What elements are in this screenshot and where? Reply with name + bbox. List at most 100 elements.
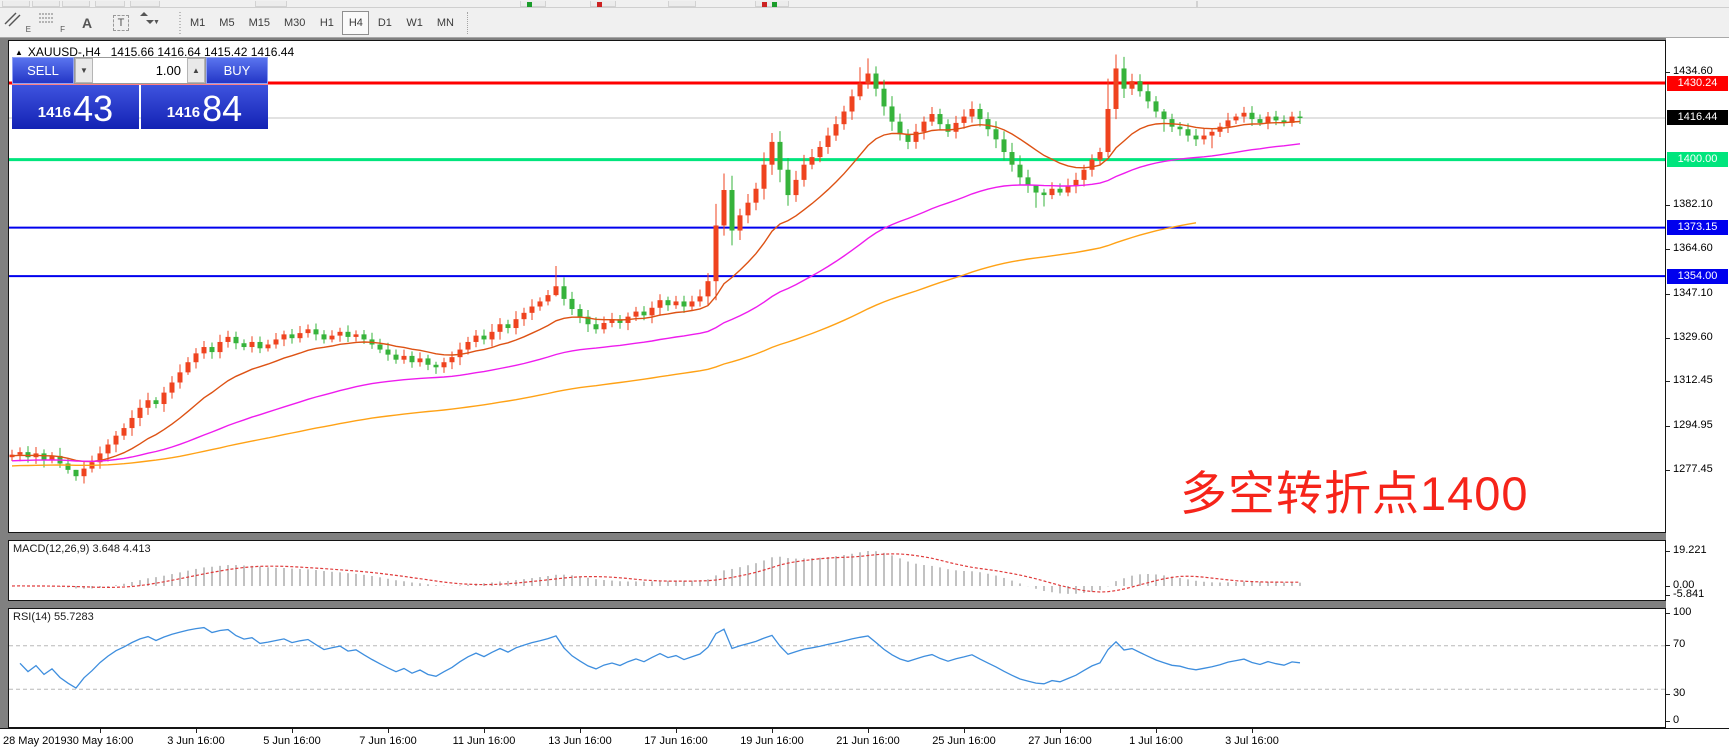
axis-tick <box>1666 338 1670 339</box>
time-axis-label: 19 Jun 16:00 <box>740 735 804 747</box>
equidistant-channel-button[interactable]: E <box>4 11 34 35</box>
time-axis-tick <box>1060 729 1061 733</box>
price-axis-label: 1277.45 <box>1673 463 1713 475</box>
fibonacci-button[interactable]: F <box>38 11 68 35</box>
time-axis-label: 30 May 16:00 <box>67 735 134 747</box>
axis-tick <box>1666 645 1670 646</box>
time-axis-label: 1 Jul 16:00 <box>1129 735 1183 747</box>
sell-price-box[interactable]: 1416 43 <box>12 85 139 129</box>
time-axis-label: 3 Jul 16:00 <box>1225 735 1279 747</box>
sell-price-small: 1416 <box>38 104 71 121</box>
volume-decrease-button[interactable]: ▼ <box>75 58 93 83</box>
time-axis-tick <box>292 729 293 733</box>
text-label-button[interactable]: T <box>106 11 136 35</box>
timeframe-button-m30[interactable]: M30 <box>278 11 311 35</box>
time-axis-tick <box>388 729 389 733</box>
toolbar: EFAT ▼ M1M5M15M30H1H4D1W1MN <box>0 8 1729 38</box>
timeframe-button-h1[interactable]: H1 <box>313 11 340 35</box>
price-axis-label: 1364.60 <box>1673 242 1713 254</box>
price-axis-label: 1382.10 <box>1673 198 1713 210</box>
toolbar-fragment <box>62 1 90 7</box>
macd-axis-label: 19.221 <box>1673 544 1707 556</box>
buy-button[interactable]: BUY <box>206 57 268 84</box>
axis-tick <box>1666 249 1670 250</box>
toolbar-fragment-icon <box>527 2 532 7</box>
price-axis-badge[interactable]: 1400.00 <box>1667 152 1728 167</box>
rsi-panel: RSI(14) 55.7283 <box>8 608 1666 728</box>
rsi-axis-label: 0 <box>1673 714 1679 726</box>
axis-tick <box>1666 586 1670 587</box>
toolbar-fragment <box>668 1 696 7</box>
ma-slow-line <box>12 223 1196 466</box>
text-button[interactable]: A <box>72 11 102 35</box>
rsi-chart <box>9 609 1665 727</box>
rsi-axis-label: 70 <box>1673 638 1685 650</box>
macd-histogram <box>12 551 1300 594</box>
top-toolbar-cutoff-strip <box>0 0 1729 8</box>
time-axis-tick <box>676 729 677 733</box>
sell-price-big: 43 <box>73 93 113 125</box>
buy-price-small: 1416 <box>167 104 200 121</box>
axis-tick <box>1666 694 1670 695</box>
toolbar-fragment-icon <box>762 2 767 7</box>
toolbar-fragment <box>95 1 125 7</box>
time-axis-label: 25 Jun 16:00 <box>932 735 996 747</box>
time-axis-tick <box>580 729 581 733</box>
time-axis-tick <box>196 729 197 733</box>
time-axis-tick <box>1252 729 1253 733</box>
timeframe-button-mn[interactable]: MN <box>431 11 460 35</box>
price-axis-badge[interactable]: 1354.00 <box>1667 269 1728 284</box>
rsi-axis-label: 100 <box>1673 606 1691 618</box>
axis-tick <box>1666 205 1670 206</box>
rsi-line <box>20 628 1300 688</box>
price-axis-badge[interactable]: 1416.44 <box>1667 110 1728 125</box>
axis-tick <box>1666 721 1670 722</box>
price-axis-badge[interactable]: 1430.24 <box>1667 76 1728 91</box>
time-axis: 28 May 201930 May 16:003 Jun 16:005 Jun … <box>0 728 1729 755</box>
axis-tick <box>1666 426 1670 427</box>
price-axis-badge[interactable]: 1373.15 <box>1667 220 1728 235</box>
macd-label: MACD(12,26,9) 3.648 4.413 <box>13 543 151 555</box>
timeframe-button-h4[interactable]: H4 <box>342 11 369 35</box>
time-axis-tick <box>868 729 869 733</box>
time-axis-label: 21 Jun 16:00 <box>836 735 900 747</box>
toolbar-fragment <box>255 1 287 7</box>
toolbar-fragment <box>520 1 546 7</box>
time-axis-label: 28 May 2019 <box>3 735 67 747</box>
price-axis-label: 1294.95 <box>1673 419 1713 431</box>
axis-tick <box>1666 595 1670 596</box>
time-axis-tick <box>484 729 485 733</box>
one-click-collapse-icon[interactable]: ▲ <box>15 48 23 57</box>
time-axis-label: 7 Jun 16:00 <box>359 735 417 747</box>
rsi-axis-label: 30 <box>1673 687 1685 699</box>
main-chart-panel: ▲ XAUUSD-,H4 1415.66 1416.64 1415.42 141… <box>8 40 1666 533</box>
tool-letter: E <box>26 25 31 34</box>
time-axis-label: 27 Jun 16:00 <box>1028 735 1092 747</box>
axis-tick <box>1666 613 1670 614</box>
price-axis: 1434.601382.101364.601347.101329.601312.… <box>1666 37 1729 728</box>
volume-increase-button[interactable]: ▲ <box>187 58 205 83</box>
volume-input[interactable] <box>93 58 187 83</box>
toolbar-fragment-icon <box>772 2 777 7</box>
timeframe-button-m5[interactable]: M5 <box>213 11 240 35</box>
macd-signal-line <box>12 554 1300 592</box>
time-axis-label: 11 Jun 16:00 <box>453 735 516 747</box>
timeframe-button-m15[interactable]: M15 <box>243 11 276 35</box>
timeframe-button-d1[interactable]: D1 <box>371 11 398 35</box>
time-axis-tick <box>100 729 101 733</box>
ma-fast-line <box>12 122 1300 462</box>
axis-tick <box>1666 551 1670 552</box>
toolbar-fragment <box>1196 1 1198 7</box>
dropdown-caret-icon[interactable]: ▼ <box>153 19 160 26</box>
toolbar-fragment <box>590 1 616 7</box>
buy-price-box[interactable]: 1416 84 <box>141 85 268 129</box>
macd-panel: MACD(12,26,9) 3.648 4.413 <box>8 540 1666 601</box>
toolbar-fragment-icon <box>597 2 602 7</box>
timeframe-button-w1[interactable]: W1 <box>400 11 429 35</box>
arrows-button[interactable]: ▼ <box>140 11 170 35</box>
time-axis-label: 13 Jun 16:00 <box>548 735 612 747</box>
time-axis-label: 17 Jun 16:00 <box>644 735 708 747</box>
sell-button[interactable]: SELL <box>12 57 74 84</box>
time-axis-tick <box>1156 729 1157 733</box>
timeframe-button-m1[interactable]: M1 <box>184 11 211 35</box>
